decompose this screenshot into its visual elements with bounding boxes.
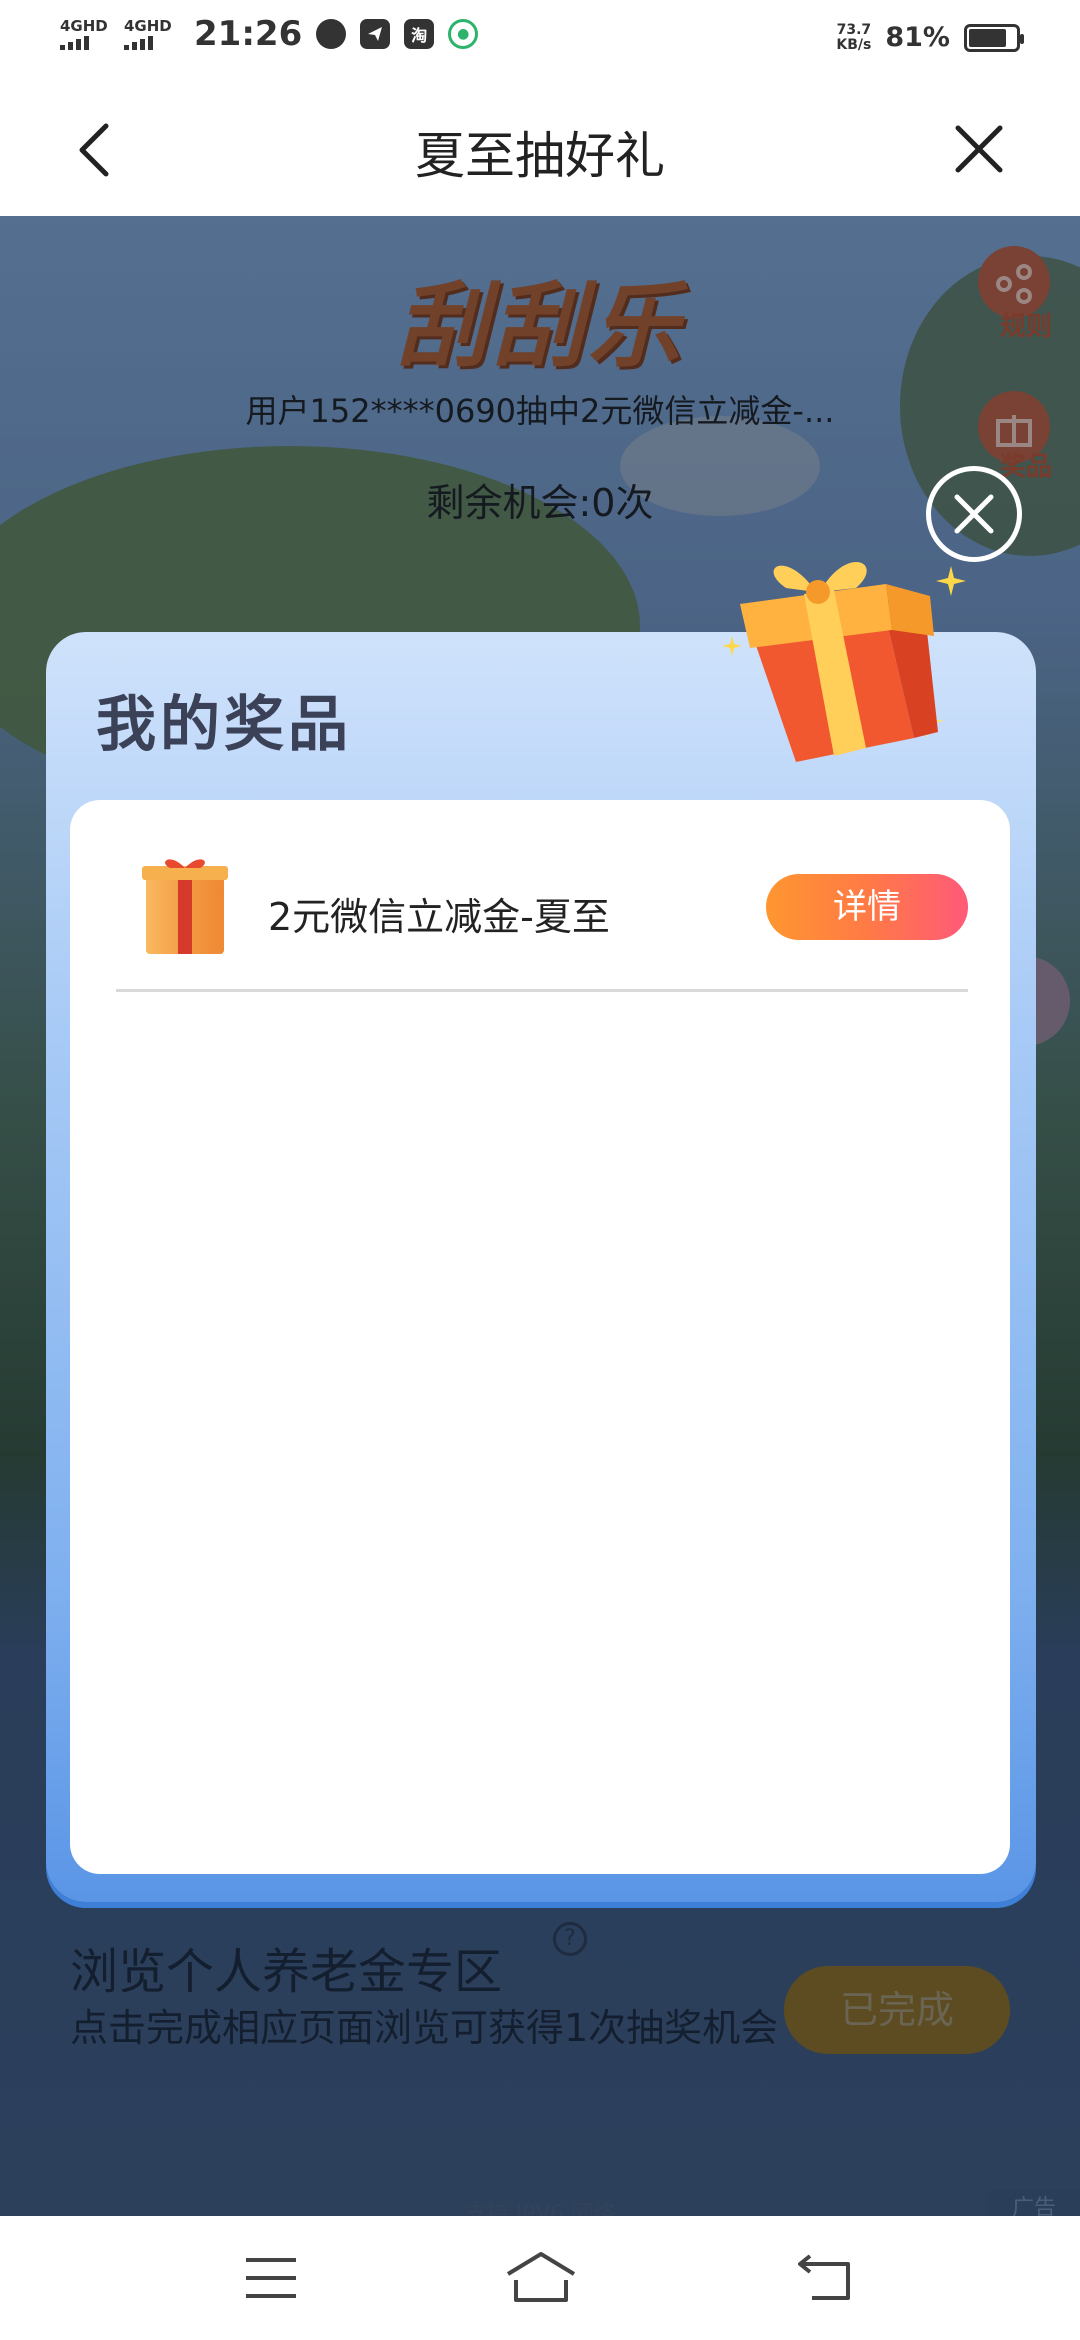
network-speed: 73.7 KB/s bbox=[836, 21, 872, 53]
signal-bars-icon bbox=[124, 36, 153, 50]
prize-list: 2元微信立减金-夏至 详情 bbox=[70, 800, 1010, 1874]
back-icon[interactable] bbox=[798, 2252, 854, 2302]
dialog-title: 我的奖品 bbox=[96, 690, 352, 760]
prize-item: 2元微信立减金-夏至 详情 bbox=[116, 840, 968, 992]
status-left: 4GHD 4GHD 21:26 淘 ● bbox=[60, 14, 479, 54]
gift-box-icon bbox=[716, 548, 976, 788]
chat-bubble-icon bbox=[316, 19, 347, 49]
close-icon bbox=[954, 494, 994, 534]
prize-name: 2元微信立减金-夏至 bbox=[268, 895, 610, 939]
close-icon[interactable] bbox=[954, 124, 1004, 174]
telegram-icon bbox=[360, 19, 391, 49]
battery-icon bbox=[964, 23, 1024, 52]
system-nav-bar bbox=[0, 2216, 1080, 2340]
signal-sim1: 4GHD bbox=[60, 18, 110, 50]
prize-gift-icon bbox=[140, 852, 230, 958]
speed-value: 73.7 bbox=[836, 21, 872, 38]
signal-sim2: 4GHD bbox=[124, 18, 174, 50]
speed-unit: KB/s bbox=[836, 36, 872, 53]
page-title: 夏至抽好礼 bbox=[415, 127, 665, 185]
title-bar: 夏至抽好礼 bbox=[0, 80, 1080, 216]
status-bar: 4GHD 4GHD 21:26 淘 ● 73.7 KB/s 81% bbox=[0, 0, 1080, 80]
prize-detail-button[interactable]: 详情 bbox=[766, 874, 968, 940]
network-label-2: 4GHD bbox=[124, 17, 172, 35]
app-circle-icon: ● bbox=[448, 19, 479, 49]
network-label-1: 4GHD bbox=[60, 17, 108, 35]
menu-icon[interactable] bbox=[244, 2256, 298, 2300]
battery-percent: 81% bbox=[885, 22, 950, 53]
signal-bars-icon bbox=[60, 36, 89, 50]
battery-fill bbox=[969, 28, 1006, 47]
clock: 21:26 bbox=[194, 14, 303, 54]
taobao-icon: 淘 bbox=[404, 19, 435, 49]
home-icon[interactable] bbox=[506, 2250, 576, 2304]
my-prizes-dialog: 我的奖品 2元微信立减金-夏至 详情 bbox=[46, 632, 1036, 1902]
status-right: 73.7 KB/s 81% bbox=[836, 21, 1024, 53]
